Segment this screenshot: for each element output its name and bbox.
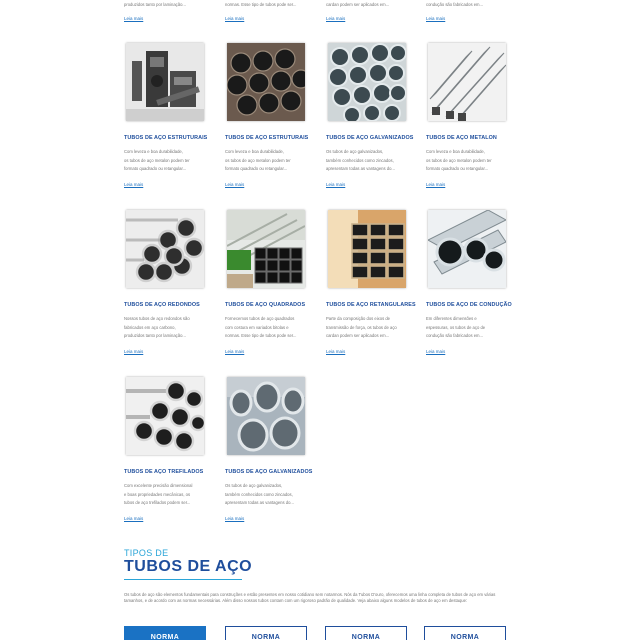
- conduction-pipes-photo-icon[interactable]: [428, 210, 506, 288]
- desc-line: Parte da composição dos eixos de: [326, 316, 391, 321]
- desc-line: formato quadrado ou retangular...: [124, 166, 187, 171]
- product-description: Com leveza e boa durabilidade, os tubos …: [124, 148, 208, 174]
- rectangular-pipes-photo-icon[interactable]: [328, 210, 406, 288]
- heading-underline: [124, 579, 242, 580]
- product-description: Com leveza e boa durabilidade, os tubos …: [225, 148, 309, 174]
- read-more-link[interactable]: Leia mais: [326, 349, 345, 354]
- desc-line: Com leveza e boa durabilidade,: [426, 149, 485, 154]
- section-heading: TUBOS DE AÇO: [124, 558, 253, 575]
- product-title[interactable]: TUBOS DE AÇO ESTRUTURAIS: [225, 135, 321, 141]
- product-description: Nossos tubos de aço redondos são fabrica…: [124, 315, 208, 341]
- galvanized-pipes-photo-icon[interactable]: [328, 43, 406, 121]
- read-more-link[interactable]: Leia mais: [426, 182, 445, 187]
- product-title[interactable]: TUBOS DE AÇO ESTRUTURAIS: [124, 135, 220, 141]
- desc-line: cardan podem ser aplicados em...: [326, 333, 390, 338]
- desc-line: espessuras, os tubos de aço de: [426, 324, 486, 330]
- product-title[interactable]: TUBOS DE AÇO GALVANIZADOS: [225, 469, 321, 475]
- partial-desc: cardan podem ser aplicados em...: [326, 2, 390, 7]
- desc-line: Fornecemos tubos de aço quadrados: [225, 316, 295, 321]
- partial-desc: normas. Esse tipo de tubos pode ser...: [225, 2, 297, 7]
- norm-tab[interactable]: NORMA: [325, 626, 407, 640]
- desc-line: os tubos de aço metalon podem ter: [124, 157, 190, 163]
- product-title[interactable]: TUBOS DE AÇO TREFILADOS: [124, 469, 220, 475]
- read-more-link[interactable]: Leia mais: [426, 349, 445, 354]
- desc-line: transmissão de força, os tubos de aço: [326, 324, 397, 330]
- product-description: Os tubos de aço galvanizados, também con…: [326, 148, 410, 174]
- desc-line: tubos de aço trefilados podem ser...: [124, 500, 191, 505]
- product-description: Parte da composição dos eixos de transmi…: [326, 315, 410, 341]
- desc-line: fabricados em aço carbono,: [124, 324, 176, 330]
- read-more-link[interactable]: Leia mais: [124, 516, 143, 521]
- desc-line: produzidos tanto por laminação...: [124, 333, 186, 338]
- norm-tab[interactable]: NORMA: [424, 626, 506, 640]
- types-section: TIPOS DE TUBOS DE AÇO Os tubos de aço sã…: [124, 548, 514, 603]
- machinery-photo-icon[interactable]: [126, 43, 204, 121]
- desc-line: apresentam todas as vantagens do...: [326, 166, 395, 171]
- page: produzidos tanto por laminação... Leia m…: [0, 0, 635, 640]
- desc-line: os tubos de aço metalon podem ter: [225, 157, 291, 163]
- product-description: Com leveza e boa durabilidade, os tubos …: [426, 148, 510, 174]
- desc-line: normas. Esse tipo de tubos pode ser...: [225, 333, 297, 338]
- norm-tab[interactable]: NORMA: [124, 626, 206, 640]
- section-kicker: TIPOS DE: [124, 548, 169, 558]
- product-title[interactable]: TUBOS DE AÇO DE CONDUÇÃO: [426, 302, 522, 308]
- product-title[interactable]: TUBOS DE AÇO REDONDOS: [124, 302, 220, 308]
- desc-line: Com leveza e boa durabilidade,: [124, 149, 183, 154]
- square-pipes-photo-icon[interactable]: [227, 210, 305, 288]
- desc-line: Os tubos de aço galvanizados,: [326, 149, 384, 154]
- desc-line: também conhecidos como zincados,: [326, 157, 394, 163]
- product-description: Com excelente precisão dimensional e boa…: [124, 482, 208, 508]
- desc-line: Em diferentes dimensões e: [426, 316, 477, 321]
- galvanized-fittings-photo-icon[interactable]: [227, 377, 305, 455]
- desc-line: condução são fabricados em...: [426, 333, 484, 338]
- product-description: Os tubos de aço galvanizados, também con…: [225, 482, 309, 508]
- square-tubes-photo-icon[interactable]: [428, 43, 506, 121]
- read-more-link[interactable]: Leia mais: [225, 182, 244, 187]
- desc-line: Com excelente precisão dimensional: [124, 483, 193, 488]
- partial-desc: condução são fabricados em...: [426, 2, 484, 7]
- section-paragraph: Os tubos de aço são elementos fundamenta…: [124, 592, 496, 603]
- norm-tab[interactable]: NORMA: [225, 626, 307, 640]
- read-more-link[interactable]: Leia mais: [225, 516, 244, 521]
- desc-line: Nossos tubos de aço redondos são: [124, 316, 190, 321]
- read-more-link[interactable]: Leia mais: [426, 16, 445, 21]
- product-title[interactable]: TUBOS DE AÇO GALVANIZADOS: [326, 135, 422, 141]
- product-description: Em diferentes dimensões e espessuras, os…: [426, 315, 510, 341]
- product-title[interactable]: TUBOS DE AÇO QUADRADOS: [225, 302, 321, 308]
- read-more-link[interactable]: Leia mais: [124, 182, 143, 187]
- round-pipes-photo-icon[interactable]: [126, 210, 204, 288]
- desc-line: também conhecidos como zincados,: [225, 491, 293, 497]
- product-description: Fornecemos tubos de aço quadrados com co…: [225, 315, 309, 341]
- desc-line: Com leveza e boa durabilidade,: [225, 149, 284, 154]
- read-more-link[interactable]: Leia mais: [326, 182, 345, 187]
- read-more-link[interactable]: Leia mais: [124, 16, 143, 21]
- black-pipes-photo-icon[interactable]: [227, 43, 305, 121]
- product-title[interactable]: TUBOS DE AÇO RETANGULARES: [326, 302, 422, 308]
- desc-line: os tubos de aço metalon podem ter: [426, 157, 492, 163]
- desc-line: e boas propriedades mecânicas, os: [124, 491, 191, 497]
- read-more-link[interactable]: Leia mais: [225, 349, 244, 354]
- read-more-link[interactable]: Leia mais: [225, 16, 244, 21]
- desc-line: Os tubos de aço galvanizados,: [225, 483, 283, 488]
- desc-line: formato quadrado ou retangular...: [225, 166, 288, 171]
- desc-line: formato quadrado ou retangular...: [426, 166, 489, 171]
- read-more-link[interactable]: Leia mais: [124, 349, 143, 354]
- desc-line: com costura em variados bitolas e: [225, 324, 289, 330]
- partial-desc: produzidos tanto por laminação...: [124, 2, 186, 7]
- read-more-link[interactable]: Leia mais: [326, 16, 345, 21]
- product-title[interactable]: TUBOS DE AÇO METALON: [426, 135, 522, 141]
- desc-line: apresentam todas as vantagens do...: [225, 500, 294, 505]
- drawn-pipes-photo-icon[interactable]: [126, 377, 204, 455]
